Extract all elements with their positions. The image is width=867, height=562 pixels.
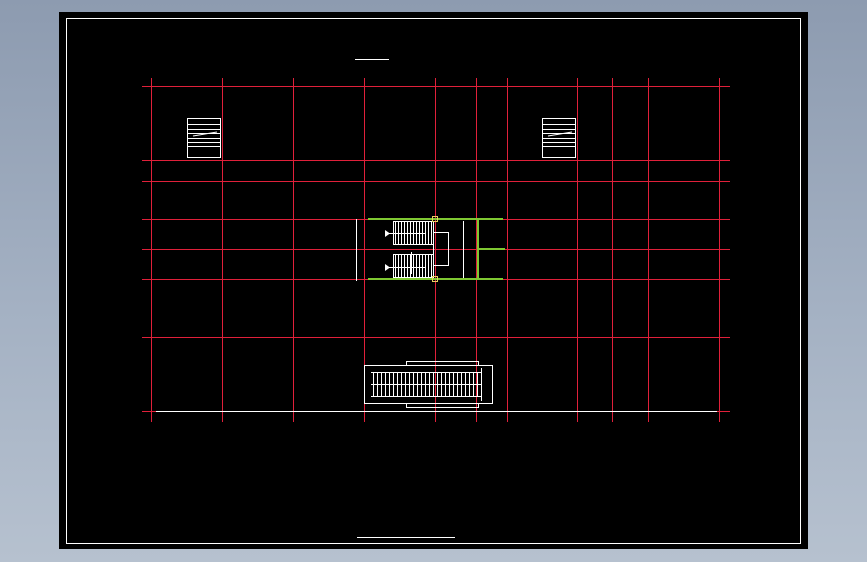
floor-plan-drawing — [66, 18, 801, 544]
cad-model-space[interactable] — [59, 12, 808, 549]
left-stair-symbol — [187, 118, 221, 158]
right-stair-symbol — [542, 118, 576, 158]
down-arrow-icon — [385, 264, 390, 271]
structural-grid — [142, 78, 730, 422]
up-arrow-icon — [385, 230, 390, 237]
escalator-pair — [364, 361, 493, 408]
